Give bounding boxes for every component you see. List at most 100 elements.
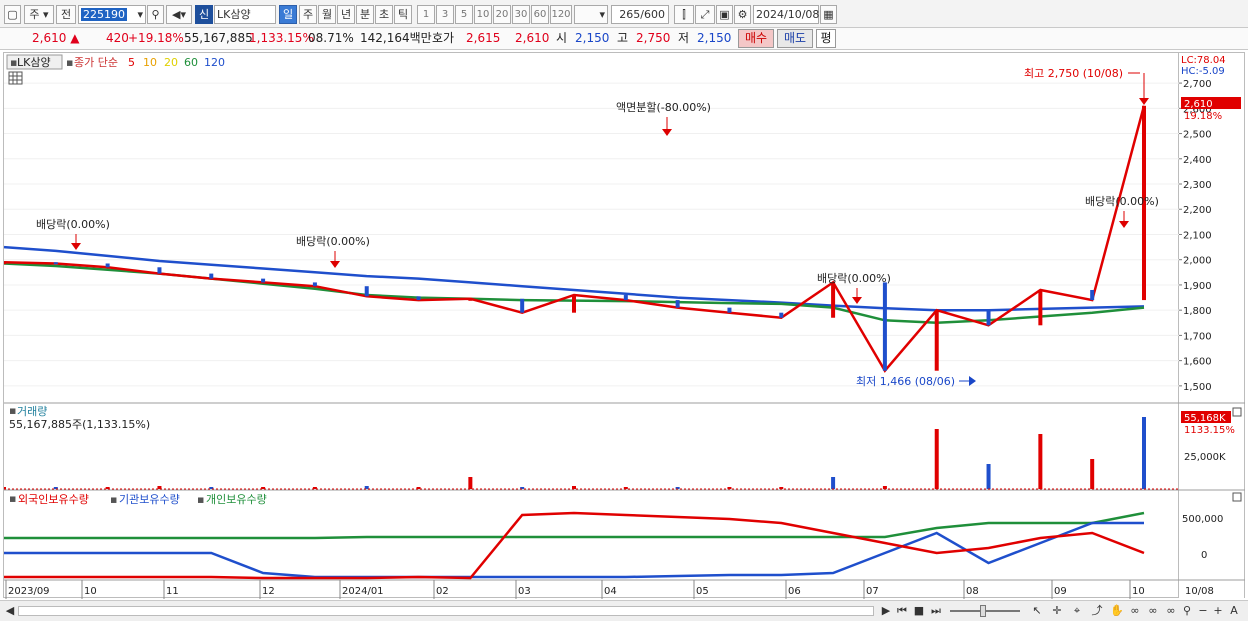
price-axis-canvas: LC:78.04 HC:-5.09 2,7002,6002,5002,4002,… (1179, 55, 1245, 597)
dividend-annotation-4: 배당락(0.00%) (1085, 195, 1159, 208)
period-minute-button[interactable]: 분 (356, 5, 374, 24)
draw-line-icon[interactable]: ⤢ (695, 5, 715, 24)
x-tick-label: 02 (436, 586, 449, 597)
grid-toggle-icon (8, 71, 23, 85)
quote-bar: 2,610 ▲ 420 +19.18% 55,167,885 1,133.15%… (0, 28, 1248, 50)
close-icon (1232, 407, 1242, 417)
cursor-icon[interactable]: ⌖ (1070, 603, 1084, 619)
rewind-icon[interactable]: ⏮ (895, 603, 909, 619)
x-tick-label: 04 (604, 586, 617, 597)
scroll-right-icon[interactable]: ▶ (880, 603, 892, 619)
volume-bars (2, 417, 1180, 490)
speaker-icon[interactable]: ◀▾ (166, 5, 192, 24)
trend-icon[interactable]: ⤴ (1090, 603, 1104, 619)
last-volume-label: 55,168K (1184, 413, 1226, 424)
candle-series (2, 105, 1146, 371)
hand-icon[interactable]: ✋ (1110, 603, 1124, 619)
up-triangle-icon: ▲ (70, 31, 80, 45)
minute-10-button[interactable]: 10 (474, 5, 492, 24)
sell-button[interactable]: 매도 (777, 29, 813, 48)
price-chart-canvas[interactable]: ▪ LK삼양 ▪ 종가 단순 5 10 20 60 120 액면분할(-80.0… (2, 53, 1180, 599)
minute-1-button[interactable]: 1 (417, 5, 435, 24)
period-tick-button[interactable]: 틱 (394, 5, 412, 24)
svg-text:▪: ▪ (197, 493, 204, 506)
x-tick-label: 03 (518, 586, 531, 597)
count-field[interactable]: 265/600 (611, 5, 669, 24)
candle (1090, 289, 1095, 301)
link-icon[interactable]: ∞ (1128, 603, 1142, 619)
legend-individual: 개인보유수량 (206, 493, 267, 506)
period-day-button[interactable]: 일 (279, 5, 297, 24)
legend-indicator: 종가 단순 (74, 56, 118, 69)
eval-button[interactable]: 평 (816, 29, 836, 48)
zoom-slider-handle[interactable] (980, 605, 986, 617)
stock-name-field[interactable]: LK삼양 (214, 5, 276, 24)
legend-stock-name: LK삼양 (17, 56, 51, 69)
minute-20-button[interactable]: 20 (493, 5, 511, 24)
link-icon[interactable]: ∞ (1164, 603, 1178, 619)
candle (1038, 289, 1043, 326)
x-tick-label: 11 (166, 586, 179, 597)
auto-scale-icon[interactable]: A (1227, 603, 1241, 619)
count-value: 265 (619, 8, 641, 21)
crosshair-icon[interactable]: ✛ (1050, 603, 1064, 619)
period-year-button[interactable]: 년 (337, 5, 355, 24)
minute-5-button[interactable]: 5 (455, 5, 473, 24)
minute-30-button[interactable]: 30 (512, 5, 530, 24)
y-tick-label: 2,700 (1183, 79, 1212, 90)
x-tick-label: 2024/01 (342, 586, 384, 597)
cursor-icon[interactable]: ↖ (1030, 603, 1044, 619)
custom-period-select[interactable]: ▾ (574, 5, 608, 24)
y-tick-label: 1,900 (1183, 281, 1212, 292)
window-icon[interactable]: ▢ (4, 5, 21, 24)
svg-text:▪: ▪ (110, 493, 117, 506)
stock-code-input[interactable]: 225190 ▾ (78, 5, 146, 24)
y-tick-label: 2,300 (1183, 180, 1212, 191)
search-icon[interactable]: ⚲ (147, 5, 164, 24)
forward-icon[interactable]: ⏭ (929, 603, 943, 619)
period-second-button[interactable]: 초 (375, 5, 393, 24)
zoom-out-icon[interactable]: − (1196, 603, 1210, 619)
last-pct-label: 19.18% (1184, 111, 1222, 122)
x-tick-label: 10 (1132, 586, 1145, 597)
gear-icon[interactable]: ⚙ (734, 5, 751, 24)
period-week-button[interactable]: 주 (299, 5, 317, 24)
minute-120-button[interactable]: 120 (550, 5, 572, 24)
candle (986, 310, 991, 326)
current-price: 2,610 ▲ (32, 31, 80, 45)
dividend-annotation-3: 배당락(0.00%) (817, 272, 891, 285)
scroll-left-icon[interactable]: ◀ (4, 603, 16, 619)
minute-60-button[interactable]: 60 (531, 5, 549, 24)
ask-price: 2,615 (466, 31, 501, 45)
candle (364, 286, 369, 297)
price-change: 420 (106, 31, 129, 45)
link-icon[interactable]: ∞ (1146, 603, 1160, 619)
x-tick-label: 08 (966, 586, 979, 597)
period-month-button[interactable]: 월 (318, 5, 336, 24)
date-field[interactable]: 2024/10/08 (753, 5, 819, 24)
candle (934, 310, 939, 371)
chart-panel[interactable]: ▪ LK삼양 ▪ 종가 단순 5 10 20 60 120 액면분할(-80.0… (2, 52, 1180, 599)
stop-icon[interactable]: ■ (912, 603, 926, 619)
horizontal-scrollbar[interactable] (18, 606, 874, 616)
candle (831, 282, 836, 318)
candle (468, 298, 473, 301)
minute-3-button[interactable]: 3 (436, 5, 454, 24)
price-axis[interactable]: LC:78.04 HC:-5.09 2,700 2,600 2,500 2,400 2,… (1179, 52, 1245, 598)
candle-icon[interactable]: ⫿ (674, 5, 694, 24)
dividend-arrow-1 (71, 243, 81, 250)
y-tick-label: 2,200 (1183, 205, 1212, 216)
hoga-label: 호가 (432, 31, 455, 45)
candle (572, 295, 576, 313)
x-tick-label: 07 (866, 586, 879, 597)
last-volume-pct: 1133.15% (1184, 425, 1235, 436)
prev-button[interactable]: 전 (56, 5, 76, 24)
y-tick-label: 1,600 (1183, 357, 1212, 368)
buy-button[interactable]: 매수 (738, 29, 774, 48)
zoom-in-icon[interactable]: + (1211, 603, 1225, 619)
zoom-search-icon[interactable]: ⚲ (1180, 603, 1194, 619)
save-icon[interactable]: ▣ (716, 5, 733, 24)
holdings-tick-500k: 500,000 (1182, 514, 1223, 525)
period-type-select[interactable]: 주 ▾ (24, 5, 54, 24)
calendar-icon[interactable]: ▦ (820, 5, 837, 24)
